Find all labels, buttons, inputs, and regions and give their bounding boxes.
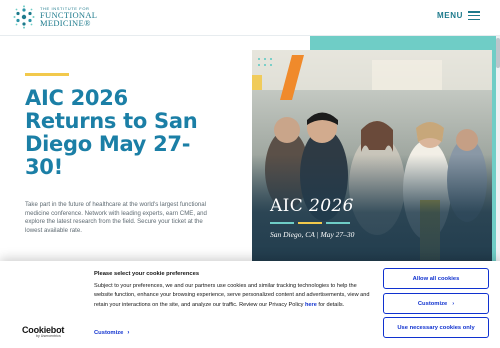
event-title-prefix: AIC xyxy=(270,196,310,216)
customize-link-label: Customize xyxy=(94,330,124,336)
chevron-right-icon: › xyxy=(452,300,455,307)
privacy-policy-link[interactable]: here xyxy=(305,302,317,308)
event-title-year: 2026 xyxy=(309,196,354,216)
allow-all-cookies-button[interactable]: Allow all cookies xyxy=(383,268,489,289)
scrollbar-thumb[interactable] xyxy=(496,38,500,68)
menu-label: MENU xyxy=(437,11,463,20)
cookie-description: Subject to your preferences, we and our … xyxy=(94,282,372,310)
customize-link[interactable]: Customize › xyxy=(94,330,129,336)
event-accent-bar-2 xyxy=(298,222,322,224)
event-subtitle: San Diego, CA | May 27–30 xyxy=(270,230,355,239)
logo-wordmark: THE INSTITUTE FOR FUNCTIONAL MEDICINE® xyxy=(40,6,97,28)
event-accent-bar-3 xyxy=(326,222,350,224)
necessary-cookies-only-button[interactable]: Use necessary cookies only xyxy=(383,317,489,338)
hamburger-icon xyxy=(468,11,480,20)
cookiebot-byline: by Usercentrics xyxy=(36,334,61,338)
site-header: THE INSTITUTE FOR FUNCTIONAL MEDICINE® M… xyxy=(0,0,500,36)
chevron-right-icon: › xyxy=(127,330,130,336)
ifm-logo[interactable]: THE INSTITUTE FOR FUNCTIONAL MEDICINE® xyxy=(12,5,97,29)
cookie-heading: Please select your cookie preferences xyxy=(94,271,200,277)
logo-mark-icon xyxy=(13,5,35,29)
customize-button[interactable]: Customize › xyxy=(383,293,489,314)
menu-button[interactable]: MENU xyxy=(437,11,480,20)
logo-line-3: MEDICINE® xyxy=(40,18,91,28)
event-title: AIC 2026 xyxy=(270,196,354,216)
cookie-text-tail: for details. xyxy=(316,301,345,308)
title-accent-line xyxy=(25,73,69,76)
hero-description: Take part in the future of healthcare at… xyxy=(25,201,207,234)
event-photo xyxy=(252,50,492,282)
hero-title: AIC 2026 Returns to San Diego May 27-30! xyxy=(25,86,198,179)
crowd-photo-illustration xyxy=(252,50,492,282)
event-accent-bar-1 xyxy=(270,222,294,224)
cookiebot-logo: Cookiebot by Usercentrics xyxy=(22,325,64,338)
customize-button-label: Customize xyxy=(417,300,448,307)
